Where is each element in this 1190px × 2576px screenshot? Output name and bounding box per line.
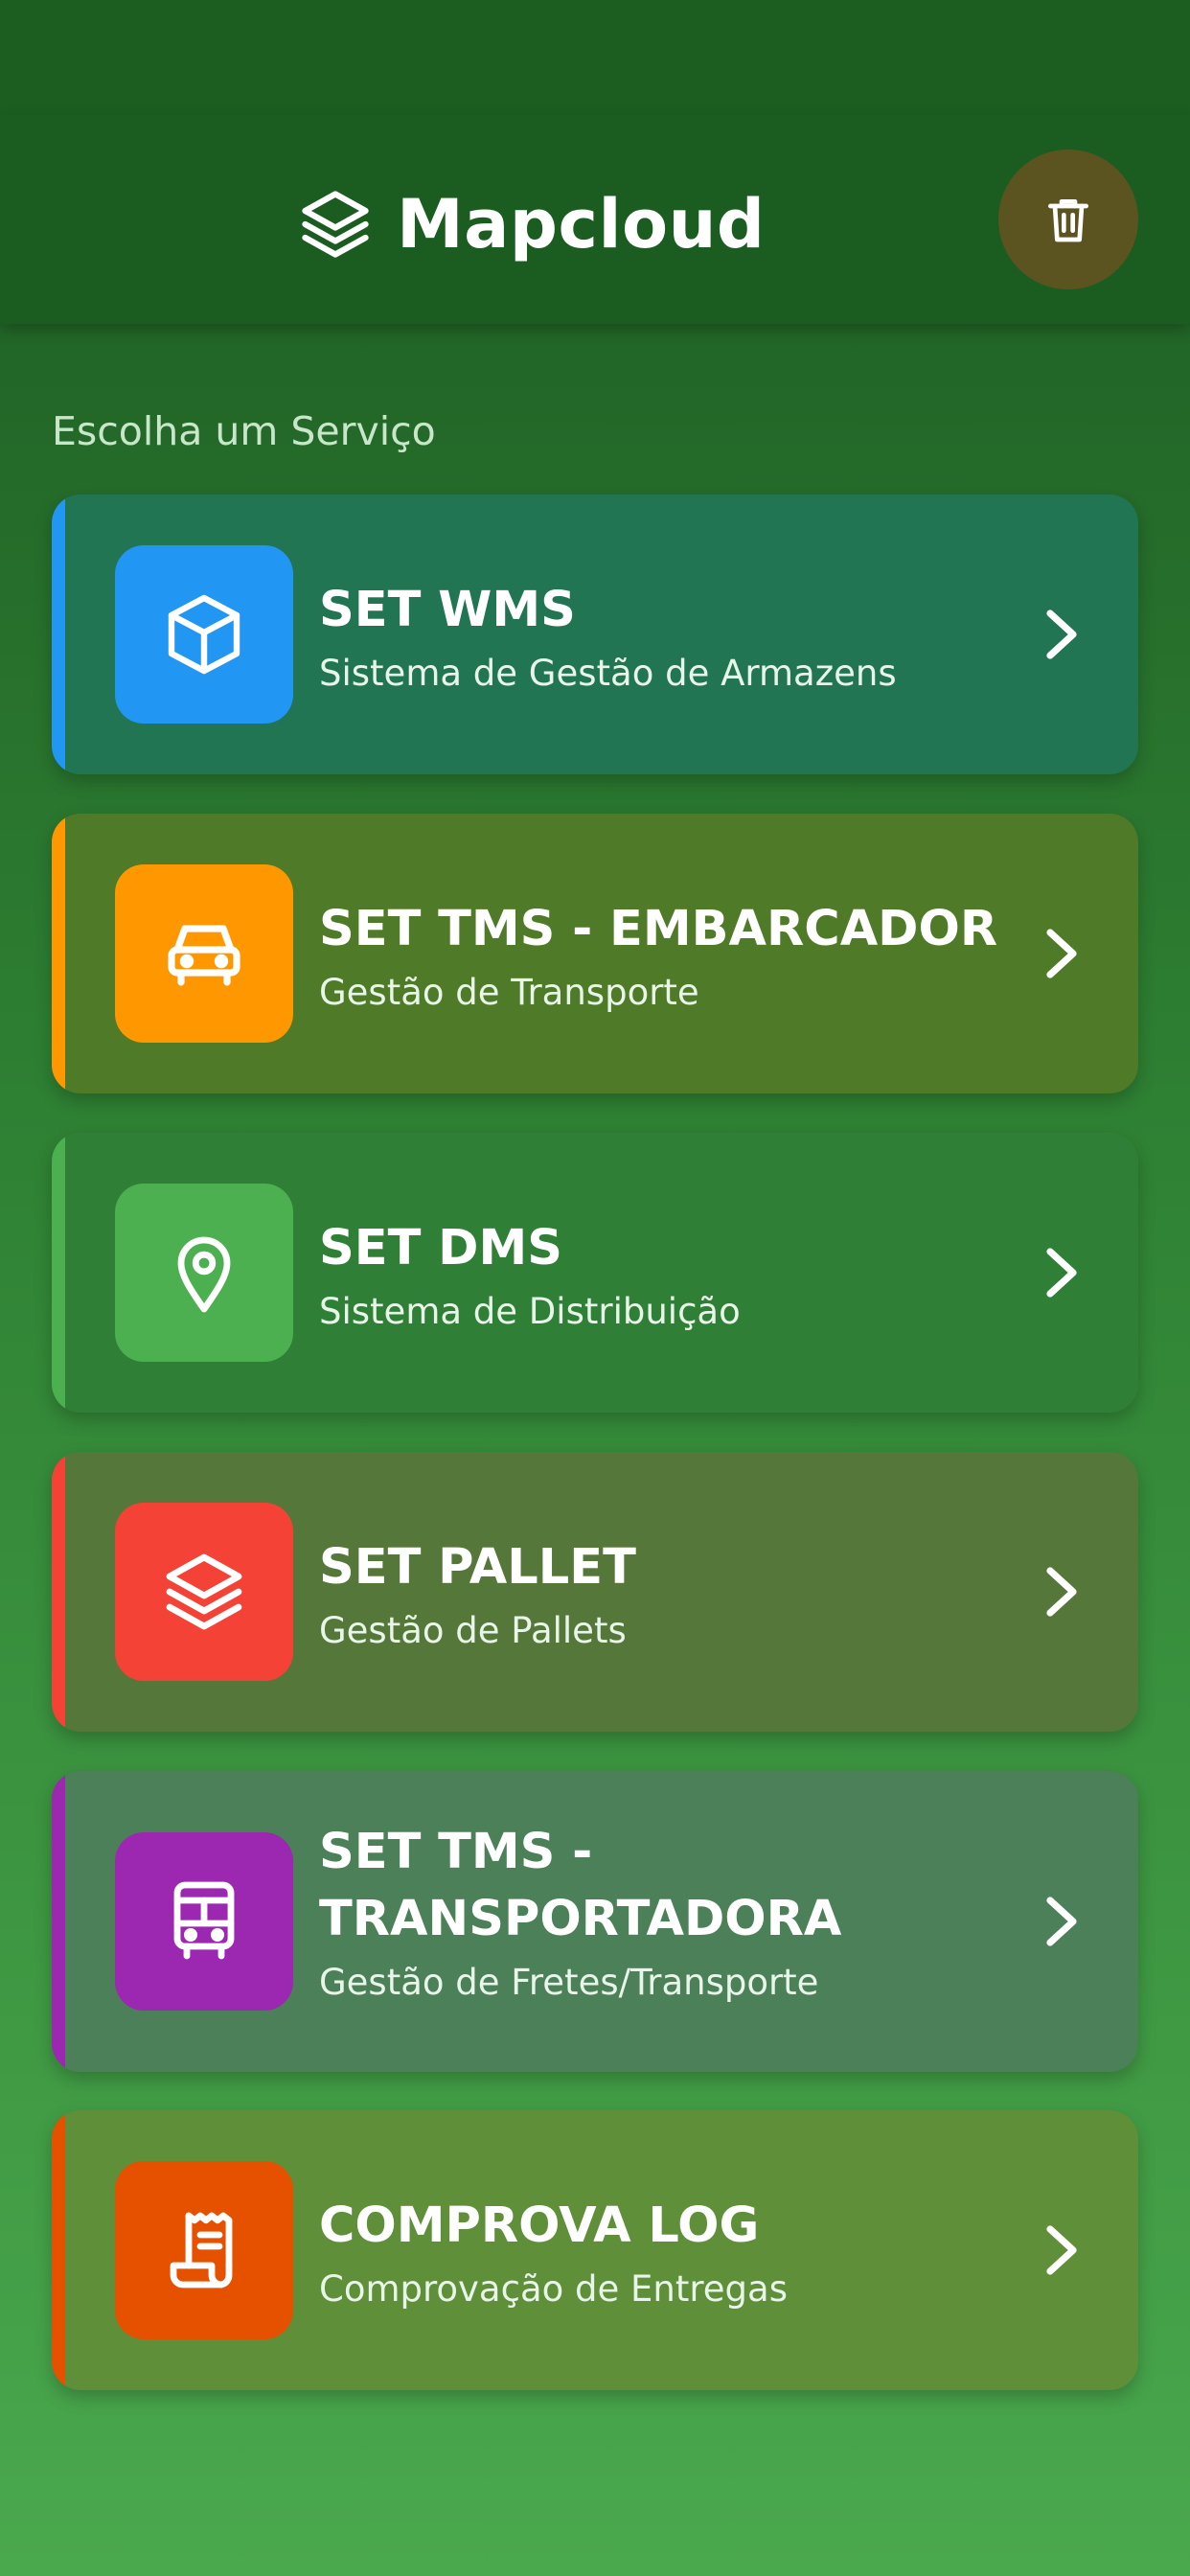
card-accent-stripe <box>52 814 65 1093</box>
service-icon-box <box>115 864 293 1043</box>
service-icon-box <box>115 1503 293 1681</box>
section-title: Escolha um Serviço <box>52 408 436 454</box>
service-title: SET TMS - TRANSPORTADORA <box>319 1824 842 1947</box>
clear-data-button[interactable] <box>998 150 1138 289</box>
service-card-set-pallet[interactable]: SET PALLET Gestão de Pallets <box>52 1452 1138 1732</box>
service-title: COMPROVA LOG <box>319 2197 760 2254</box>
bus-icon <box>173 1881 235 1960</box>
card-accent-stripe <box>52 494 65 774</box>
chevron-right-icon <box>1042 1244 1081 1301</box>
service-subtitle: Gestão de Pallets <box>319 1610 627 1651</box>
service-title: SET WMS <box>319 582 576 638</box>
chevron-right-icon <box>1042 925 1081 982</box>
service-subtitle: Comprovação de Entregas <box>319 2268 788 2310</box>
service-text: SET DMS Sistema de Distribuição <box>319 1215 1018 1336</box>
service-icon-box <box>115 1184 293 1362</box>
chevron-right-icon <box>1042 2221 1081 2279</box>
service-icon-box <box>115 2161 293 2339</box>
service-card-comprova-log[interactable]: COMPROVA LOG Comprovação de Entregas <box>52 2110 1138 2390</box>
service-icon-box <box>115 545 293 724</box>
service-text: SET TMS - EMBARCADOR Gestão de Transport… <box>319 896 1018 1017</box>
service-text: SET TMS - TRANSPORTADORA Gestão de Frete… <box>319 1819 1018 2007</box>
box-icon <box>168 594 240 675</box>
service-subtitle: Gestão de Transporte <box>319 972 699 1013</box>
brand: Mapcloud <box>295 184 766 264</box>
chevron-right-icon <box>1042 1893 1081 1950</box>
card-accent-stripe <box>52 1452 65 1732</box>
card-accent-stripe <box>52 1133 65 1413</box>
chevron-right-icon <box>1042 1563 1081 1621</box>
card-accent-stripe <box>52 2110 65 2390</box>
app-title: Mapcloud <box>397 185 766 264</box>
chevron-right-icon <box>1042 606 1081 663</box>
layers-icon <box>166 1553 242 1630</box>
service-subtitle: Sistema de Gestão de Armazens <box>319 653 897 694</box>
map-pin-icon <box>177 1236 231 1313</box>
receipt-icon <box>170 2212 233 2288</box>
service-subtitle: Sistema de Distribuição <box>319 1291 741 1332</box>
card-accent-stripe <box>52 1771 65 2072</box>
car-icon <box>168 925 240 986</box>
app-header: Mapcloud <box>0 115 1190 324</box>
layers-logo-icon <box>295 184 376 264</box>
service-title: SET TMS - EMBARCADOR <box>319 901 998 957</box>
service-title: SET PALLET <box>319 1539 636 1596</box>
service-card-set-tms-transportadora[interactable]: SET TMS - TRANSPORTADORA Gestão de Frete… <box>52 1771 1138 2072</box>
service-text: COMPROVA LOG Comprovação de Entregas <box>319 2193 1018 2313</box>
service-card-set-dms[interactable]: SET DMS Sistema de Distribuição <box>52 1133 1138 1413</box>
service-subtitle: Gestão de Fretes/Transporte <box>319 1962 819 2003</box>
service-card-set-tms-embarcador[interactable]: SET TMS - EMBARCADOR Gestão de Transport… <box>52 814 1138 1093</box>
trash-icon <box>1048 199 1088 242</box>
status-bar <box>0 0 1190 115</box>
service-card-set-wms[interactable]: SET WMS Sistema de Gestão de Armazens <box>52 494 1138 774</box>
service-title: SET DMS <box>319 1220 562 1276</box>
service-text: SET WMS Sistema de Gestão de Armazens <box>319 577 1018 698</box>
service-icon-box <box>115 1832 293 2011</box>
service-text: SET PALLET Gestão de Pallets <box>319 1534 1018 1655</box>
